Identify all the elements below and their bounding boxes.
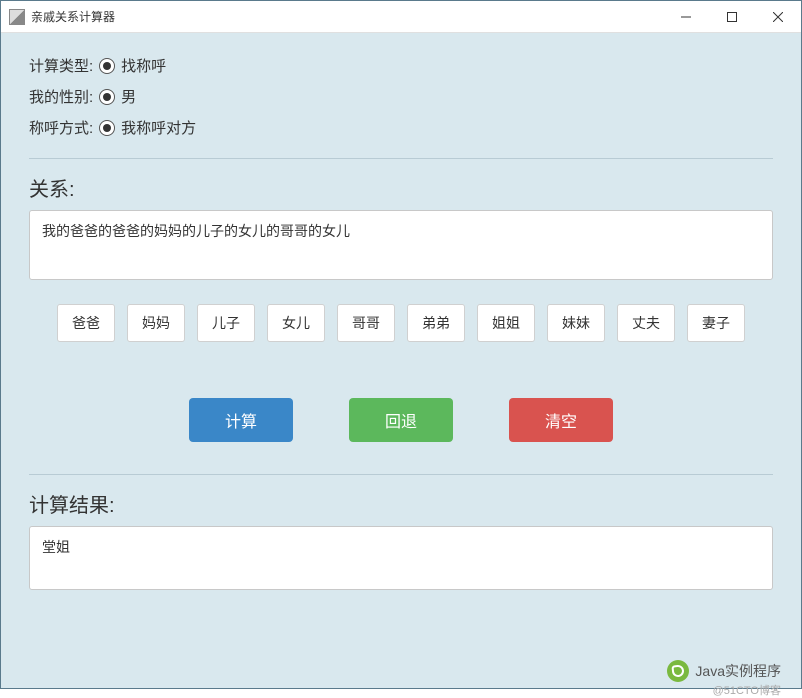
result-output[interactable]	[29, 526, 773, 590]
app-icon	[9, 9, 25, 25]
watermark-text: Java实例程序	[695, 661, 781, 681]
radio-dot-icon	[99, 89, 115, 105]
radio-dot-icon	[99, 58, 115, 74]
window-title: 亲戚关系计算器	[31, 8, 663, 25]
gender-radio[interactable]: 男	[99, 86, 136, 107]
gender-value: 男	[121, 86, 136, 107]
gender-label: 我的性别:	[29, 86, 93, 107]
mode-label: 称呼方式:	[29, 117, 93, 138]
watermark-sub: @51CTO博客	[713, 682, 781, 698]
chip-mother[interactable]: 妈妈	[127, 304, 185, 342]
divider	[29, 158, 773, 159]
chip-younger-brother[interactable]: 弟弟	[407, 304, 465, 342]
maximize-button[interactable]	[709, 1, 755, 32]
calc-type-row: 计算类型: 找称呼	[29, 55, 773, 76]
chip-younger-sister[interactable]: 妹妹	[547, 304, 605, 342]
divider	[29, 474, 773, 475]
calculate-button[interactable]: 计算	[189, 398, 293, 442]
calc-type-radio[interactable]: 找称呼	[99, 55, 166, 76]
mode-radio[interactable]: 我称呼对方	[99, 117, 196, 138]
watermark: Java实例程序	[667, 660, 781, 682]
calc-type-value: 找称呼	[121, 55, 166, 76]
relation-input[interactable]	[29, 210, 773, 280]
content-area: 计算类型: 找称呼 我的性别: 男 称呼方式: 我称呼对方 关系: 爸爸	[1, 33, 801, 688]
wechat-icon	[667, 660, 689, 682]
titlebar: 亲戚关系计算器	[1, 1, 801, 33]
calc-type-label: 计算类型:	[29, 55, 93, 76]
back-button[interactable]: 回退	[349, 398, 453, 442]
app-window: 亲戚关系计算器 计算类型: 找称呼 我的性别: 男	[0, 0, 802, 689]
result-label: 计算结果:	[29, 489, 773, 518]
close-button[interactable]	[755, 1, 801, 32]
relation-label: 关系:	[29, 173, 773, 202]
gender-row: 我的性别: 男	[29, 86, 773, 107]
mode-row: 称呼方式: 我称呼对方	[29, 117, 773, 138]
mode-value: 我称呼对方	[121, 117, 196, 138]
chip-older-sister[interactable]: 姐姐	[477, 304, 535, 342]
chip-wife[interactable]: 妻子	[687, 304, 745, 342]
radio-dot-icon	[99, 120, 115, 136]
clear-button[interactable]: 清空	[509, 398, 613, 442]
action-row: 计算 回退 清空	[29, 398, 773, 442]
relation-chips: 爸爸 妈妈 儿子 女儿 哥哥 弟弟 姐姐 妹妹 丈夫 妻子	[29, 304, 773, 342]
chip-father[interactable]: 爸爸	[57, 304, 115, 342]
window-controls	[663, 1, 801, 32]
minimize-button[interactable]	[663, 1, 709, 32]
chip-daughter[interactable]: 女儿	[267, 304, 325, 342]
chip-husband[interactable]: 丈夫	[617, 304, 675, 342]
chip-older-brother[interactable]: 哥哥	[337, 304, 395, 342]
chip-son[interactable]: 儿子	[197, 304, 255, 342]
